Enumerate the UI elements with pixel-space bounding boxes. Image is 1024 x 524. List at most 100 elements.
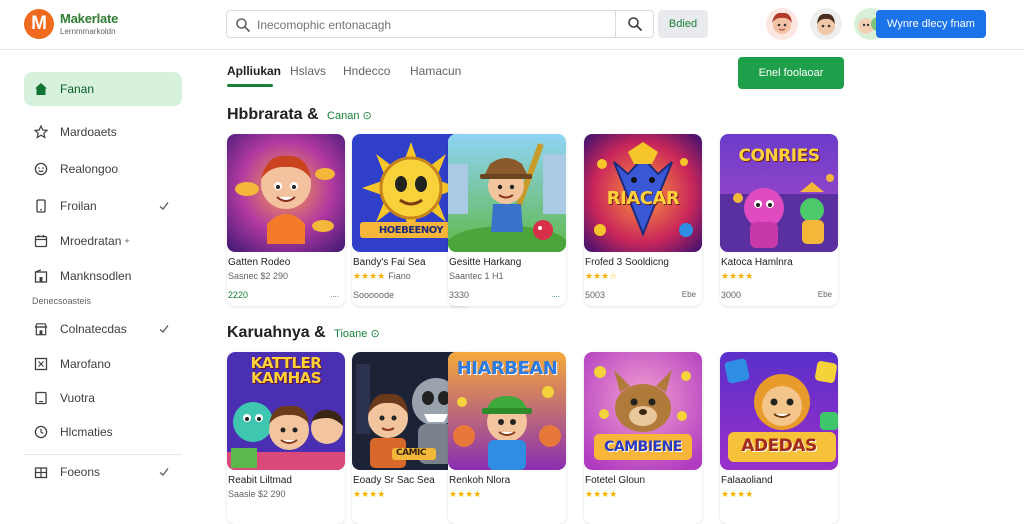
sidebar-item-label: Hlcmaties bbox=[60, 425, 113, 439]
smile-icon bbox=[34, 162, 48, 176]
card-subtitle: Fiano bbox=[388, 271, 411, 281]
art-caption: CAMBIENE bbox=[604, 439, 682, 455]
app-tagline: Lernmmarkoldn bbox=[60, 27, 116, 36]
info-icon: ⊙ bbox=[362, 110, 372, 122]
star-rating-glyphs: ★★★★ bbox=[353, 271, 386, 281]
section-heading: Karuahnya & bbox=[227, 324, 326, 341]
card-title: Reabit Liltmad bbox=[228, 475, 292, 486]
card-subtitle: Saantec 1 H1 bbox=[449, 271, 504, 281]
tab-hamacun[interactable]: Hamacun bbox=[410, 64, 461, 78]
avatar[interactable] bbox=[810, 8, 842, 40]
sidebar-item-label: Manknsodlen bbox=[60, 269, 132, 283]
game-thumbnail[interactable]: HIARBEAN bbox=[448, 352, 566, 470]
star-rating: ★★★★ bbox=[353, 489, 386, 499]
card-title: Gatten Rodeo bbox=[228, 257, 291, 268]
sidebar-item-vuotra[interactable]: Vuotra bbox=[24, 381, 182, 415]
header-cta-button[interactable]: Wynre dlecy fnam bbox=[876, 10, 986, 38]
sidebar-item-label: Vuotra bbox=[60, 391, 95, 405]
app-card[interactable]: Gesitte Harkang Saantec 1 H1 3330 .... bbox=[448, 134, 566, 306]
star-rating: ★★★★ Fiano bbox=[353, 271, 411, 282]
star-icon bbox=[34, 125, 48, 139]
tab-hndecco[interactable]: Hndecco bbox=[343, 64, 390, 78]
search-icon bbox=[236, 18, 250, 32]
game-thumbnail[interactable]: CAMBIENE bbox=[584, 352, 702, 470]
search-input[interactable] bbox=[257, 16, 607, 34]
sidebar-item-label: Foeons bbox=[60, 465, 101, 479]
star-rating: ★★★☆ bbox=[585, 271, 618, 281]
section-title: Karuahnya & Tioane ⊙ bbox=[227, 324, 380, 342]
sidebar-item-buildings[interactable]: Manknsodlen bbox=[24, 259, 182, 293]
game-thumbnail[interactable] bbox=[448, 134, 566, 252]
close-box-icon bbox=[34, 357, 48, 371]
art-caption: KATTLER KAMHAS bbox=[250, 354, 322, 387]
card-price: 5003 bbox=[585, 290, 606, 300]
sidebar-item-label: Mroedratan bbox=[60, 234, 122, 248]
star-rating: ★★★★ bbox=[585, 489, 618, 499]
search-submit-icon bbox=[627, 17, 642, 31]
card-meta: Ebe bbox=[681, 290, 696, 299]
clock-icon bbox=[34, 425, 48, 439]
sidebar-item-home[interactable]: Fanan bbox=[24, 72, 182, 106]
game-thumbnail[interactable] bbox=[227, 134, 345, 252]
app-card[interactable]: KATTLER KAMHAS Reabit Liltmad Saasle $2 … bbox=[227, 352, 345, 524]
sidebar: Fanan Mardoaets Realongoo Froilan Mroedr… bbox=[0, 50, 200, 512]
star-rating: ★★★★ bbox=[721, 271, 754, 281]
app-card[interactable]: HIARBEAN Renkoh Nlora ★★★★ bbox=[448, 352, 566, 524]
game-thumbnail[interactable]: CONRIES bbox=[720, 134, 838, 252]
card-subtitle: Saasle $2 290 bbox=[228, 489, 286, 499]
card-title: Falaaoliand bbox=[721, 475, 773, 486]
card-meta: .... bbox=[551, 290, 560, 299]
search-button[interactable] bbox=[615, 11, 653, 37]
game-thumbnail[interactable]: ADEDAS bbox=[720, 352, 838, 470]
game-thumbnail[interactable]: RIACAR bbox=[584, 134, 702, 252]
app-card[interactable]: CAMBIENE Fotetel Gloun ★★★★ bbox=[584, 352, 702, 524]
app-logo[interactable]: M bbox=[24, 9, 54, 39]
card-price: Sooooode bbox=[353, 290, 395, 300]
art-caption: ADEDAS bbox=[741, 436, 817, 456]
sidebar-item-marofano[interactable]: Marofano bbox=[24, 347, 182, 381]
sidebar-item-favorites[interactable]: Mardoaets bbox=[24, 115, 182, 149]
sidebar-item-suffix: + bbox=[124, 236, 130, 246]
art-caption: RIACAR bbox=[606, 188, 680, 209]
star-rating: ★★★★ bbox=[721, 489, 754, 499]
sidebar-item-history[interactable]: Hlcmaties bbox=[24, 415, 182, 449]
search-bar bbox=[226, 10, 654, 38]
check-icon bbox=[159, 468, 169, 477]
card-meta: Ebe bbox=[817, 290, 832, 299]
active-tab-indicator bbox=[227, 84, 273, 87]
phone-icon bbox=[36, 199, 46, 213]
check-icon bbox=[159, 202, 169, 211]
user-avatar-1-icon bbox=[766, 8, 798, 40]
app-card[interactable]: CONRIES Katoca Hamlnra ★★★★ 3000 Ebe bbox=[720, 134, 838, 306]
card-price: 3330 bbox=[449, 290, 470, 300]
app-card[interactable]: RIACAR Frofed 3 Sooldicng ★★★☆ 5003 Ebe bbox=[584, 134, 702, 306]
section-link[interactable]: Canan ⊙ bbox=[327, 110, 372, 122]
building-icon bbox=[34, 269, 48, 283]
app-name: Makerlate bbox=[60, 11, 119, 26]
tab-hslavs[interactable]: Hslavs bbox=[290, 64, 326, 78]
card-subtitle: Sasnec $2 290 bbox=[228, 271, 289, 281]
primary-action-button[interactable]: Enel foolaoar bbox=[738, 57, 844, 89]
sidebar-item-store[interactable]: Colnatecdas bbox=[24, 312, 182, 346]
game-thumbnail[interactable]: KATTLER KAMHAS bbox=[227, 352, 345, 470]
section-link-label: Canan bbox=[327, 110, 360, 122]
section-heading: Hbbrarata & bbox=[227, 106, 319, 123]
section-link[interactable]: Tioane ⊙ bbox=[334, 328, 380, 340]
sidebar-item-calendar[interactable]: Mroedratan + bbox=[24, 224, 182, 258]
card-price: 2220 bbox=[228, 290, 249, 300]
sidebar-item-foeons[interactable]: Foeons bbox=[24, 455, 182, 489]
sidebar-item-mobile[interactable]: Froilan bbox=[24, 189, 182, 223]
home-icon bbox=[35, 83, 47, 95]
tablet-icon bbox=[35, 391, 47, 405]
top-bar: M Makerlate Lernmmarkoldn Bdied bbox=[0, 0, 1024, 50]
filter-button[interactable]: Bdied bbox=[658, 10, 708, 38]
user-avatar-2-icon bbox=[810, 8, 842, 40]
sidebar-section-label: Denecsoasteis bbox=[32, 296, 92, 306]
tab-apps[interactable]: Aplliukan bbox=[227, 64, 281, 78]
avatar[interactable] bbox=[766, 8, 798, 40]
sidebar-item-social[interactable]: Realongoo bbox=[24, 152, 182, 186]
sidebar-item-label: Realongoo bbox=[60, 162, 119, 176]
art-caption: CONRIES bbox=[738, 146, 820, 166]
app-card[interactable]: ADEDAS Falaaoliand ★★★★ bbox=[720, 352, 838, 524]
app-card[interactable]: Gatten Rodeo Sasnec $2 290 2220 .... bbox=[227, 134, 345, 306]
